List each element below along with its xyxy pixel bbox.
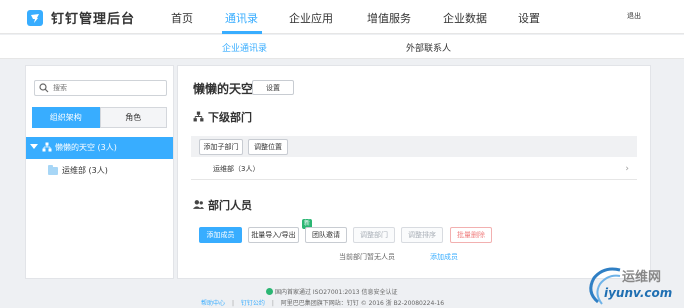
caret-down-icon[interactable] bbox=[30, 144, 38, 149]
security-note: 国内首家通过 ISO27001:2013 信息安全认证 bbox=[266, 287, 398, 296]
tree-child-label: 运维部 (3人) bbox=[62, 166, 108, 175]
adjust-department-button[interactable]: 调整部门 bbox=[353, 227, 395, 243]
main-panel: 懒懒的天空 设置 下级部门 添加子部门 调整位置 运维部（3人） › 部门人员 … bbox=[177, 65, 651, 279]
org-chart-icon bbox=[193, 111, 204, 122]
app-title: 钉钉管理后台 bbox=[51, 12, 136, 27]
folder-icon bbox=[48, 165, 58, 175]
sub-nav: 企业通讯录 外部联系人 bbox=[0, 35, 684, 59]
subdept-row[interactable]: 运维部（3人） › bbox=[191, 158, 637, 180]
nav-active-indicator bbox=[222, 31, 262, 34]
footer-link-help[interactable]: 帮助中心 bbox=[201, 300, 225, 307]
nav-item-settings[interactable]: 设置 bbox=[518, 10, 540, 26]
subdept-row-label: 运维部（3人） bbox=[213, 165, 260, 173]
sidebar: 组织架构 角色 懒懒的天空 (3人) 运维部 (3人) bbox=[25, 65, 174, 279]
logout-link[interactable]: 退出 bbox=[627, 11, 641, 21]
dingtalk-logo-icon bbox=[27, 9, 43, 26]
sidebar-tabs: 组织架构 角色 bbox=[32, 107, 167, 128]
footer-copyright: 阿里巴巴集团旗下网站：钉钉 © 2016 浙 B2-20080224-16 bbox=[280, 300, 445, 307]
members-section-title: 部门人员 bbox=[208, 199, 252, 212]
settings-button[interactable]: 设置 bbox=[252, 80, 294, 95]
subdept-section-title: 下级部门 bbox=[208, 111, 252, 124]
nav-item-data[interactable]: 企业数据 bbox=[443, 10, 487, 26]
tree-child-node[interactable]: 运维部 (3人) bbox=[26, 161, 173, 181]
nav-item-home[interactable]: 首页 bbox=[171, 10, 193, 26]
empty-add-member-link[interactable]: 添加成员 bbox=[430, 252, 458, 262]
subdept-toolbar: 添加子部门 调整位置 bbox=[191, 136, 637, 157]
adjust-position-button[interactable]: 调整位置 bbox=[248, 139, 288, 155]
add-member-button[interactable]: 添加成员 bbox=[199, 227, 242, 243]
tree-root-label: 懒懒的天空 (3人) bbox=[55, 143, 117, 152]
members-toolbar: 添加成员 批量导入/导出 新 团队邀请 调整部门 调整排序 批量删除 bbox=[191, 219, 637, 246]
security-note-text: 国内首家通过 ISO27001:2013 信息安全认证 bbox=[275, 289, 398, 296]
team-invite-button[interactable]: 团队邀请 bbox=[305, 227, 347, 243]
top-bar: 钉钉管理后台 首页 通讯录 企业应用 增值服务 企业数据 设置 退出 bbox=[0, 0, 684, 34]
search-icon bbox=[39, 83, 49, 93]
company-name: 懒懒的天空 bbox=[193, 82, 254, 96]
org-chart-icon bbox=[42, 142, 52, 152]
footer-links: 帮助中心 | 钉钉公约 | 阿里巴巴集团旗下网站：钉钉 © 2016 浙 B2-… bbox=[201, 300, 445, 307]
security-shield-icon bbox=[266, 288, 273, 295]
batch-import-export-button[interactable]: 批量导入/导出 bbox=[248, 227, 299, 243]
subtab-enterprise-contacts[interactable]: 企业通讯录 bbox=[222, 41, 267, 54]
batch-delete-button[interactable]: 批量删除 bbox=[450, 227, 492, 243]
nav-item-contacts[interactable]: 通讯录 bbox=[225, 10, 258, 26]
add-subdept-button[interactable]: 添加子部门 bbox=[199, 139, 243, 155]
footer-link-convention[interactable]: 钉钉公约 bbox=[241, 300, 265, 307]
tab-roles[interactable]: 角色 bbox=[99, 107, 167, 128]
watermark-en: iyunv.com bbox=[604, 286, 673, 300]
tree-root-node[interactable]: 懒懒的天空 (3人) bbox=[26, 137, 173, 159]
watermark-cn: 运维网 bbox=[622, 270, 662, 285]
nav-item-apps[interactable]: 企业应用 bbox=[289, 10, 333, 26]
chevron-right-icon: › bbox=[625, 164, 629, 174]
nav-item-value-services[interactable]: 增值服务 bbox=[367, 10, 411, 26]
subtab-external-contacts[interactable]: 外部联系人 bbox=[406, 41, 451, 54]
adjust-order-button[interactable]: 调整排序 bbox=[401, 227, 443, 243]
user-group-icon bbox=[193, 200, 204, 209]
search-box[interactable] bbox=[34, 80, 167, 96]
app-logo[interactable]: 钉钉管理后台 bbox=[27, 8, 135, 27]
search-input[interactable] bbox=[53, 82, 161, 94]
tab-org-structure[interactable]: 组织架构 bbox=[32, 107, 100, 128]
empty-members-text: 当前部门暂无人员 bbox=[339, 253, 395, 261]
